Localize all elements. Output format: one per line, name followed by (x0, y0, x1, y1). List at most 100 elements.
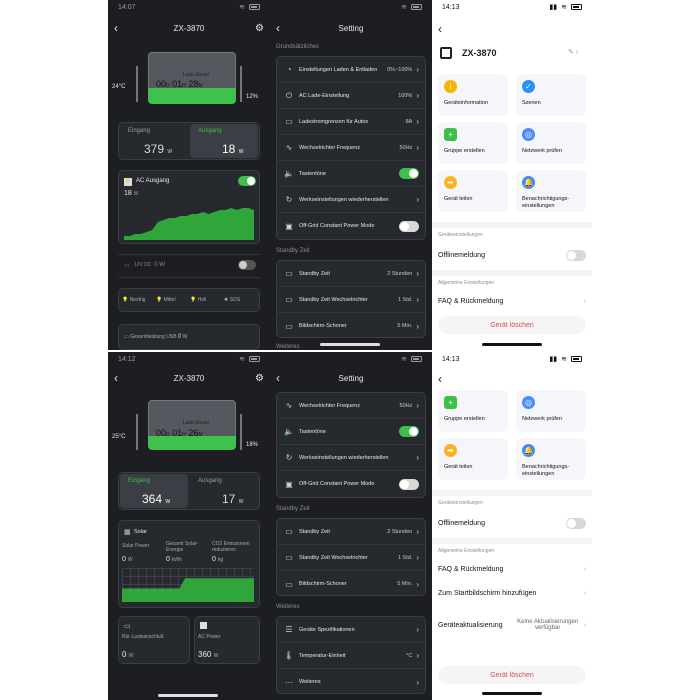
chevron-right-icon: › (416, 453, 419, 462)
light-high[interactable]: 💡 Hell (190, 297, 206, 303)
wifi-icon: ≋ (239, 356, 245, 363)
charge-time-label: Lade-Dauer (182, 72, 210, 78)
row-add-homescreen[interactable]: Zum Startbildschirm hinzufügen › (438, 582, 586, 604)
row-faq[interactable]: FAQ & Rückmeldung › (438, 290, 586, 312)
row-specs[interactable]: ☰ Geräte Spezifikationen › (277, 617, 425, 643)
chevron-right-icon: › (416, 527, 419, 536)
battery-level-bar (240, 66, 242, 102)
row-factory-reset[interactable]: ↻ Werkseinstellungen wiederherstellen › (277, 187, 425, 213)
ac-output-value: 18 (124, 190, 132, 197)
ac-icon: ⚡ (124, 178, 132, 186)
signal-icon: ▮▮ (549, 4, 558, 11)
monitor-icon: ▭ (285, 527, 293, 536)
tab-output[interactable]: Ausgang 18 W (190, 124, 258, 158)
ac-output-toggle[interactable] (238, 176, 256, 186)
row-more[interactable]: ⋯ Weiteres › (277, 669, 425, 695)
tab-output[interactable]: Ausgang 17 W (190, 474, 258, 508)
solar-energy-value: 0 (166, 556, 170, 563)
row-standby[interactable]: ▭ Standby Zeit 2 Stunden › (277, 519, 425, 545)
share-icon: ➦ (444, 176, 457, 189)
row-standby-inverter[interactable]: ▭ Standby Zeit Wechselrichter 1 Std. › (277, 545, 425, 571)
keytones-toggle[interactable] (399, 426, 419, 437)
row-charge-limits[interactable]: ◔ Einstellungen Laden & Entladen 0%~100% › (277, 57, 425, 83)
car-icon: ▭ (285, 117, 293, 126)
row-inverter-freq[interactable]: ∿ Wechselrichter Frequenz 50Hz › (277, 135, 425, 161)
tile-notifications[interactable]: 🔔 Benachrichtigungs-einstellungen (516, 438, 586, 480)
row-standby[interactable]: ▭ Standby Zeit 2 Stunden › (277, 261, 425, 287)
offline-toggle[interactable] (566, 517, 586, 529)
edit-icon[interactable]: ✎ › (568, 48, 578, 56)
back-icon[interactable]: ‹ (438, 372, 442, 386)
panel-device-output: 14:07 ≋ ‹ ZX-3870 ⚙ Lade-Dauer 00D 01H 28M … (108, 0, 270, 350)
light-sos[interactable]: ✺ SOS (224, 297, 240, 303)
ac-power-value: 360 (198, 650, 212, 659)
battery-icon (249, 4, 260, 10)
sliders-icon: ☰ (285, 625, 293, 634)
status-time: 14:13 (442, 355, 460, 363)
ac-output-chart (124, 208, 254, 240)
tile-notifications[interactable]: 🔔 Benachrichtigungs-einstellungen (516, 170, 586, 212)
row-screensaver[interactable]: ▭ Bildschirm-Schoner 5 Min. › (277, 313, 425, 339)
back-icon[interactable]: ‹ (276, 372, 280, 384)
back-icon[interactable]: ‹ (438, 22, 442, 36)
offline-toggle[interactable] (566, 249, 586, 261)
panel-device-menu-bottom: 14:13 ▮▮ ≋ ‹ + Gruppe erstellen ◎ Netzwerk p… (432, 352, 592, 700)
wave-icon: ∿ (285, 401, 293, 410)
tile-create-group[interactable]: + Gruppe erstellen (438, 390, 508, 432)
panel-device-input: 14:12 ≋ ‹ ZX-3870 ⚙ Lade-Dauer 00D 01H 26M … (108, 352, 270, 700)
offgrid-toggle[interactable] (399, 220, 419, 232)
home-indicator (158, 694, 218, 697)
chevron-right-icon: › (416, 321, 419, 331)
row-firmware-update[interactable]: Geräteaktualisierung Keine Aktualisierung… (438, 608, 586, 642)
settings-icon[interactable]: ⚙ (255, 23, 264, 34)
settings-title: Setting (338, 373, 364, 383)
usb-icon: ▭ (124, 334, 129, 340)
tile-share[interactable]: ➦ Gerät teilen (438, 170, 508, 212)
row-ac-charge[interactable]: ⏻ AC Lade-Einstellung 100% › (277, 83, 425, 109)
section-standby: Standby Zeit (276, 248, 310, 254)
offgrid-icon: ▣ (285, 221, 293, 231)
ac-output-label: AC Ausgang (136, 178, 170, 184)
car-charge-value: 0 (122, 650, 127, 659)
light-mid[interactable]: 💡 Mittel (156, 297, 176, 303)
solar-icon: ▦ (124, 529, 131, 536)
keytones-toggle[interactable] (399, 168, 419, 179)
row-standby-inverter[interactable]: ▭ Standby Zeit Wechselrichter 1 Std. › (277, 287, 425, 313)
monitor-icon: ▭ (285, 269, 293, 278)
row-faq[interactable]: FAQ & Rückmeldung › (438, 558, 586, 580)
delete-device-button[interactable]: Gerät löschen (438, 316, 586, 334)
dc-toggle[interactable] (238, 260, 256, 270)
wifi-icon: ≋ (239, 4, 245, 11)
back-icon[interactable]: ‹ (276, 22, 280, 34)
light-low[interactable]: 💡 Niedrig (122, 297, 145, 303)
tile-share[interactable]: ➦ Gerät teilen (438, 438, 508, 480)
tile-create-group[interactable]: + Gruppe erstellen (438, 122, 508, 164)
tile-check-network[interactable]: ◎ Netzwerk prüfen (516, 390, 586, 432)
chevron-right-icon: › (416, 91, 419, 100)
delete-device-button[interactable]: Gerät löschen (438, 666, 586, 684)
back-icon[interactable]: ‹ (114, 372, 118, 384)
section-more: Weiteres (276, 604, 300, 610)
ac-plug-icon: ⏻ (285, 90, 293, 100)
offgrid-toggle[interactable] (399, 478, 419, 490)
row-factory-reset[interactable]: ↻ Werkseinstellungen wiederherstellen › (277, 445, 425, 471)
row-car-limit[interactable]: ▭ Ladestromgrenzen für Autos 8A › (277, 109, 425, 135)
tab-input[interactable]: Eingang 379 W (120, 124, 188, 158)
row-screensaver[interactable]: ▭ Bildschirm-Schoner 5 Min. › (277, 571, 425, 597)
tile-scenes[interactable]: ✓ Szenen (516, 74, 586, 116)
row-temp-unit[interactable]: 🌡 Temperatur-Einheit °C › (277, 643, 425, 669)
solar-chart (122, 578, 254, 602)
tile-device-info[interactable]: i Geräteinformation (438, 74, 508, 116)
temperature-icon: 🌡 (283, 651, 295, 660)
section-basics: Grundsätzliches (276, 44, 320, 50)
thermometer-icon (136, 66, 138, 102)
thermometer-icon (136, 414, 138, 450)
row-inverter-freq[interactable]: ∿ Wechselrichter Frequenz 50Hz › (277, 393, 425, 419)
tab-input[interactable]: Eingang 364 W (120, 474, 188, 508)
chevron-right-icon: › (416, 401, 419, 410)
home-indicator (320, 343, 380, 346)
tile-check-network[interactable]: ◎ Netzwerk prüfen (516, 122, 586, 164)
back-icon[interactable]: ‹ (114, 22, 118, 34)
settings-icon[interactable]: ⚙ (255, 373, 264, 384)
solar-power-value: 0 (122, 556, 126, 563)
